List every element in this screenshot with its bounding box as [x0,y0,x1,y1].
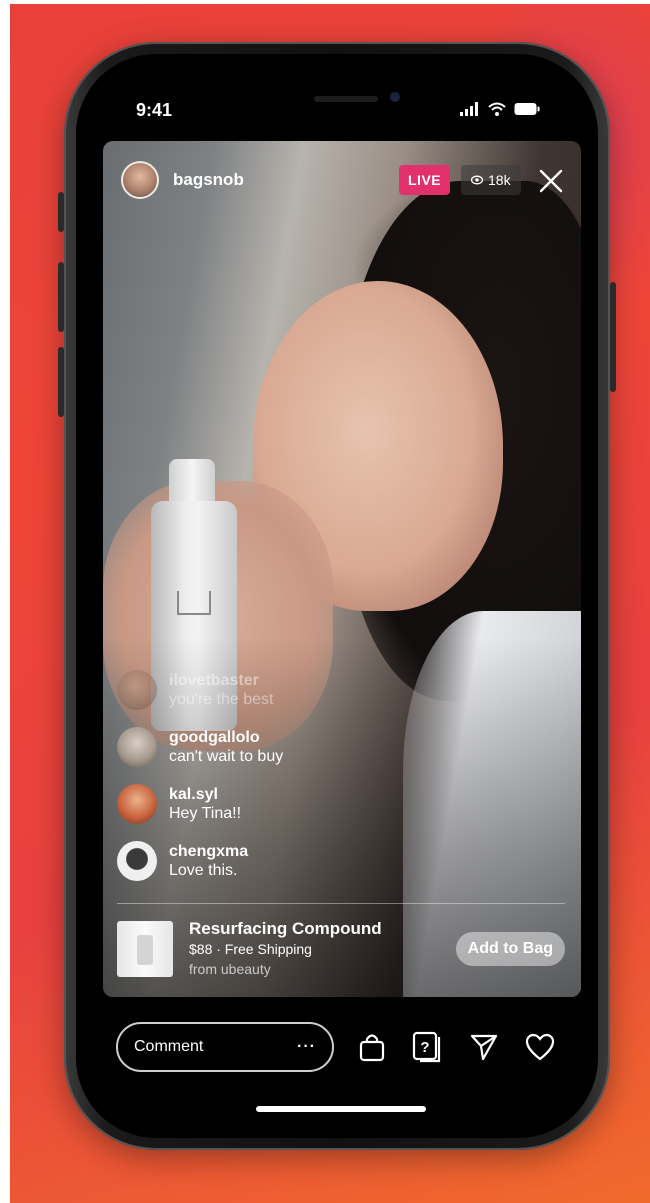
home-indicator[interactable] [256,1106,426,1112]
heart-icon [525,1033,555,1061]
list-item: ilovetbaster you're the best [117,661,417,718]
avatar[interactable] [117,783,157,824]
comment-message: Love this. [169,861,238,879]
wifi-icon [488,102,506,116]
live-action-bar: Comment ··· ? [116,1019,558,1075]
bottle-cap [169,459,215,507]
close-icon[interactable] [537,167,565,195]
share-button[interactable] [466,1029,502,1065]
comment-message: you're the best [169,690,274,708]
like-button[interactable] [522,1029,558,1065]
signal-icon [460,102,478,116]
phone-screen: 9:41 bagsnob LIVE 18k ilovetbaster you'r… [76,54,598,1138]
add-to-bag-button[interactable]: Add to Bag [455,932,565,966]
list-item: chengxma Love this. [117,832,417,889]
power-button [610,282,616,392]
mute-switch [58,192,64,232]
status-time: 9:41 [136,100,173,120]
battery-icon [514,103,540,115]
comment-placeholder: Comment [134,1038,204,1055]
avatar[interactable] [117,726,157,767]
comment-input[interactable]: Comment ··· [116,1022,334,1072]
volume-down-button [58,347,64,417]
send-icon [470,1034,498,1061]
list-item: goodgallolo can't wait to buy [117,718,417,775]
product-info: Resurfacing Compound $88 · Free Shipping… [189,919,382,979]
comment-message: Hey Tina!! [169,804,242,822]
comment-username[interactable]: goodgallolo [169,728,283,747]
phone-frame: 9:41 bagsnob LIVE 18k ilovetbaster you'r… [58,42,616,1150]
questions-button[interactable]: ? [410,1029,446,1065]
front-camera [390,92,400,102]
viewer-count-label: 18k [488,172,511,188]
question-box-icon: ? [412,1031,441,1063]
status-icons [460,102,540,116]
comment-username[interactable]: ilovetbaster [169,671,273,690]
shopping-bag-icon [359,1034,385,1062]
product-card[interactable]: Resurfacing Compound $88 · Free Shipping… [117,919,565,979]
comment-username[interactable]: kal.syl [169,785,241,804]
eye-icon [471,175,483,185]
viewer-count: 18k [461,165,521,195]
avatar[interactable] [121,161,159,199]
live-badge: LIVE [399,165,451,195]
bottle-logo [177,591,211,615]
avatar[interactable] [117,669,157,710]
product-seller: from ubeauty [189,961,271,977]
live-video[interactable]: bagsnob LIVE 18k ilovetbaster you're the… [103,141,581,997]
comment-message: can't wait to buy [169,747,284,765]
more-options-icon[interactable]: ··· [297,1038,316,1056]
divider [117,903,565,904]
comment-username[interactable]: chengxma [169,842,248,861]
earpiece-speaker [314,96,378,102]
volume-up-button [58,262,64,332]
svg-text:?: ? [420,1039,429,1056]
product-thumbnail[interactable] [117,921,173,977]
broadcaster-header[interactable]: bagsnob [121,161,244,199]
list-item: kal.syl Hey Tina!! [117,775,417,832]
shop-button[interactable] [354,1029,390,1065]
product-price: $88 · Free Shipping [189,941,312,957]
product-name[interactable]: Resurfacing Compound [189,919,382,939]
comment-list: ilovetbaster you're the best goodgallolo… [117,661,417,889]
broadcaster-username[interactable]: bagsnob [173,170,244,190]
avatar[interactable] [117,840,157,881]
